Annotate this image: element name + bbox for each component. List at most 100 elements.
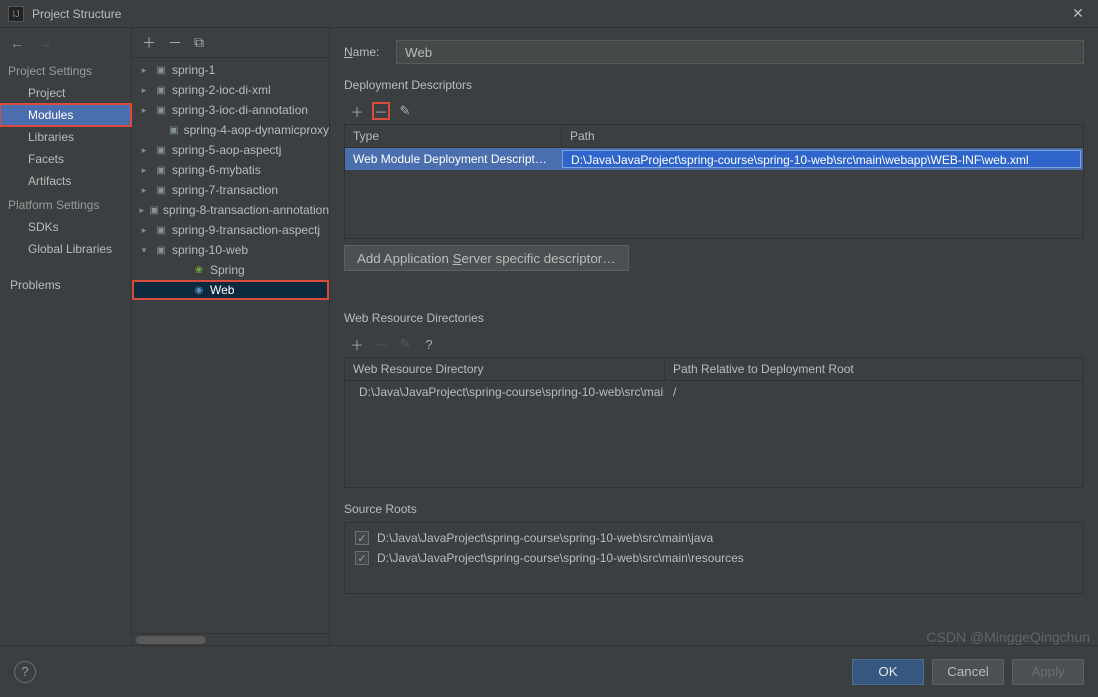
checkbox-icon[interactable]: ✓ — [355, 551, 369, 565]
tree-scrollbar[interactable] — [132, 633, 329, 645]
folder-icon: ▣ — [154, 223, 168, 237]
chevron-icon[interactable]: ▸ — [138, 145, 150, 156]
tree-item-spring-4-aop-dynamicproxy[interactable]: ▣ spring-4-aop-dynamicproxy — [132, 120, 329, 140]
chevron-icon[interactable]: ▾ — [138, 245, 150, 256]
chevron-icon[interactable]: ▸ — [138, 65, 150, 76]
close-icon[interactable]: ✕ — [1066, 5, 1090, 22]
wr-table: Web Resource Directory Path Relative to … — [344, 357, 1084, 488]
tree-item-label: spring-5-aop-aspectj — [172, 143, 281, 157]
chevron-icon[interactable]: ▸ — [138, 225, 150, 236]
tree-item-spring-5-aop-aspectj[interactable]: ▸ ▣ spring-5-aop-aspectj — [132, 140, 329, 160]
dd-col-type: Type — [345, 125, 562, 147]
tree-item-spring-2-ioc-di-xml[interactable]: ▸ ▣ spring-2-ioc-di-xml — [132, 80, 329, 100]
nav-problems[interactable]: Problems — [0, 274, 131, 296]
wr-edit-icon: ✎ — [396, 335, 414, 353]
web-icon: ◉ — [192, 283, 206, 297]
source-root-row[interactable]: ✓ D:\Java\JavaProject\spring-course\spri… — [355, 531, 1073, 545]
wr-row-dir: D:\Java\JavaProject\spring-course\spring… — [359, 385, 665, 399]
nav-modules[interactable]: Modules — [0, 104, 131, 126]
tree-item-label: spring-6-mybatis — [172, 163, 261, 177]
bottom-bar: ? OK Cancel Apply — [0, 645, 1098, 697]
nav-global-libraries[interactable]: Global Libraries — [0, 238, 131, 260]
folder-icon: ▣ — [149, 203, 158, 217]
tree-item-label: spring-8-transaction-annotation — [163, 203, 329, 217]
help-icon[interactable]: ? — [14, 661, 36, 683]
tree-item-label: spring-1 — [172, 63, 215, 77]
deployment-descriptors-title: Deployment Descriptors — [344, 78, 1084, 92]
nav-project[interactable]: Project — [0, 82, 131, 104]
spring-icon: ❀ — [192, 263, 206, 277]
window-title: Project Structure — [32, 7, 1066, 21]
dd-row-path[interactable]: D:\Java\JavaProject\spring-course\spring… — [562, 150, 1081, 168]
dd-add-icon[interactable]: ＋ — [348, 102, 366, 120]
source-root-path: D:\Java\JavaProject\spring-course\spring… — [377, 551, 744, 565]
tree-item-label: spring-2-ioc-di-xml — [172, 83, 271, 97]
app-icon: IJ — [8, 6, 24, 22]
tree-item-spring-10-web[interactable]: ▾ ▣ spring-10-web — [132, 240, 329, 260]
nav-facets[interactable]: Facets — [0, 148, 131, 170]
wr-row-rel: / — [665, 383, 1083, 401]
cancel-button[interactable]: Cancel — [932, 659, 1004, 685]
tree-item-spring-8-transaction-annotation[interactable]: ▸ ▣ spring-8-transaction-annotation — [132, 200, 329, 220]
tree-copy-icon[interactable]: ⧉ — [194, 34, 204, 51]
nav-libraries[interactable]: Libraries — [0, 126, 131, 148]
dd-row[interactable]: Web Module Deployment Descript… D:\Java\… — [345, 148, 1083, 170]
tree-item-label: spring-9-transaction-aspectj — [172, 223, 320, 237]
module-tree-panel: ＋ － ⧉ ▸ ▣ spring-1 ▸ ▣ spring-2-ioc-di-xml ▸ ▣ s… — [132, 28, 330, 645]
tree-add-icon[interactable]: ＋ — [142, 33, 156, 53]
tree-item-label: spring-3-ioc-di-annotation — [172, 103, 308, 117]
wr-add-icon[interactable]: ＋ — [348, 335, 366, 353]
tree-item-spring-6-mybatis[interactable]: ▸ ▣ spring-6-mybatis — [132, 160, 329, 180]
nav-forward-icon: → — [38, 35, 52, 51]
dd-edit-icon[interactable]: ✎ — [396, 102, 414, 120]
dd-row-type: Web Module Deployment Descript… — [345, 150, 562, 168]
detail-panel: Name: Deployment Descriptors ＋ － ✎ Type … — [330, 28, 1098, 645]
nav-artifacts[interactable]: Artifacts — [0, 170, 131, 192]
tree-item-spring-1[interactable]: ▸ ▣ spring-1 — [132, 60, 329, 80]
section-project-settings: Project Settings — [0, 58, 131, 82]
folder-icon: ▣ — [154, 183, 168, 197]
folder-icon: ▣ — [154, 163, 168, 177]
chevron-icon[interactable]: ▸ — [138, 205, 145, 216]
tree-item-label: spring-4-aop-dynamicproxy — [184, 123, 329, 137]
tree-remove-icon[interactable]: － — [168, 33, 182, 53]
wr-col-dir: Web Resource Directory — [345, 358, 665, 380]
folder-icon: ▣ — [154, 83, 168, 97]
name-input[interactable] — [396, 40, 1084, 64]
tree-item-web[interactable]: ◉ Web — [132, 280, 329, 300]
folder-icon: ▣ — [154, 103, 168, 117]
apply-button: Apply — [1012, 659, 1084, 685]
ok-button[interactable]: OK — [852, 659, 924, 685]
chevron-icon[interactable]: ▸ — [138, 105, 150, 116]
chevron-icon[interactable]: ▸ — [138, 165, 150, 176]
tree-item-label: Web — [210, 283, 234, 297]
section-platform-settings: Platform Settings — [0, 192, 131, 216]
wr-col-rel: Path Relative to Deployment Root — [665, 358, 1083, 380]
tree-item-spring[interactable]: ❀ Spring — [132, 260, 329, 280]
chevron-icon[interactable]: ▸ — [138, 85, 150, 96]
module-tree[interactable]: ▸ ▣ spring-1 ▸ ▣ spring-2-ioc-di-xml ▸ ▣ spring-… — [132, 58, 329, 633]
source-roots-title: Source Roots — [344, 502, 1084, 516]
wr-row[interactable]: D:\Java\JavaProject\spring-course\spring… — [345, 381, 1083, 403]
left-nav: ← → Project Settings Project Modules Lib… — [0, 28, 132, 645]
tree-item-spring-7-transaction[interactable]: ▸▣spring-7-transaction — [132, 180, 329, 200]
dd-col-path: Path — [562, 125, 1083, 147]
folder-icon: ▣ — [154, 143, 168, 157]
chevron-icon[interactable]: ▸ — [138, 185, 150, 196]
tree-item-spring-3-ioc-di-annotation[interactable]: ▸ ▣ spring-3-ioc-di-annotation — [132, 100, 329, 120]
checkbox-icon[interactable]: ✓ — [355, 531, 369, 545]
nav-back-icon[interactable]: ← — [10, 35, 24, 51]
dd-remove-icon[interactable]: － — [372, 102, 390, 120]
folder-icon: ▣ — [168, 123, 180, 137]
folder-icon: ▣ — [154, 63, 168, 77]
tree-item-label: Spring — [210, 263, 245, 277]
nav-sdks[interactable]: SDKs — [0, 216, 131, 238]
add-app-server-descriptor-button[interactable]: Add Application Server specific descript… — [344, 245, 629, 271]
titlebar: IJ Project Structure ✕ — [0, 0, 1098, 28]
wr-help-icon[interactable]: ? — [420, 335, 438, 353]
folder-icon: ▣ — [154, 243, 168, 257]
name-label: Name: — [344, 45, 396, 59]
tree-item-label: spring-10-web — [172, 243, 248, 257]
tree-item-spring-9-transaction-aspectj[interactable]: ▸ ▣ spring-9-transaction-aspectj — [132, 220, 329, 240]
source-root-row[interactable]: ✓ D:\Java\JavaProject\spring-course\spri… — [355, 551, 1073, 565]
